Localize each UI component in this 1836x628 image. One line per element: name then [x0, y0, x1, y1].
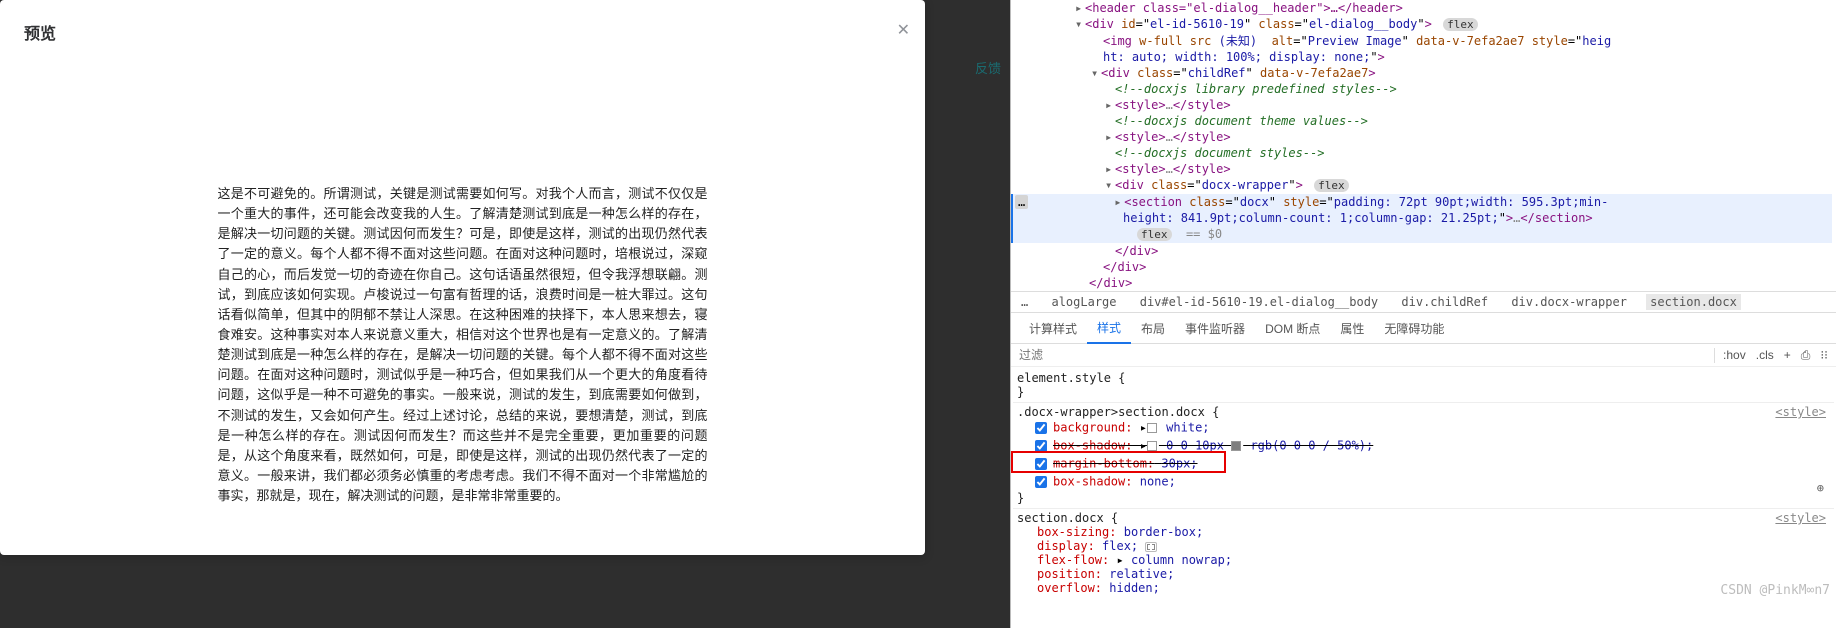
tree-node: ▸<style>…</style> — [1011, 161, 1832, 177]
flex-editor-icon[interactable] — [1145, 542, 1157, 552]
style-source-link[interactable]: <style> — [1775, 511, 1826, 525]
tree-node: ▸<style>…</style> — [1011, 97, 1832, 113]
prop-checkbox[interactable] — [1035, 476, 1047, 488]
devtools-panel: ▸<header class="el-dialog__header">…</he… — [1010, 0, 1836, 628]
tree-node: ▾<div class="childRef" data-v-7efa2ae7> — [1011, 65, 1832, 81]
close-icon[interactable]: ✕ — [897, 20, 910, 40]
tab-props[interactable]: 属性 — [1330, 314, 1374, 343]
tree-node: ▾<div id="el-id-5610-19" class="el-dialo… — [1011, 16, 1832, 33]
tree-node: ▾<div class="docx-wrapper"> flex — [1011, 177, 1832, 194]
tree-node: </div> — [1011, 259, 1832, 275]
styles-pane[interactable]: element.style { } <style> .docx-wrapper>… — [1011, 367, 1836, 602]
tab-compute[interactable]: 计算样式 — [1019, 314, 1087, 343]
tree-node: </div> — [1011, 275, 1832, 291]
add-prop-icon[interactable]: ⊕ — [1817, 481, 1824, 495]
tree-node-selected: flex == $0 — [1011, 226, 1832, 243]
document-body: 这是不可避免的。所谓测试，关键是测试需要如何写。对我个人而言，测试不仅仅是一个重… — [218, 184, 708, 506]
prop-checkbox[interactable] — [1035, 422, 1047, 434]
tree-node: <!--docxjs document theme values--> — [1011, 113, 1832, 129]
more-icon[interactable]: ⁝⁝ — [1820, 348, 1828, 362]
filter-row: :hov .cls + ⎙ ⁝⁝ — [1011, 344, 1836, 367]
tree-node: ht: auto; width: 100%; display: none;"> — [1011, 49, 1832, 65]
tree-node: <!--docxjs document styles--> — [1011, 145, 1832, 161]
tab-styles[interactable]: 样式 — [1087, 313, 1131, 344]
prop-checkbox[interactable] — [1035, 440, 1047, 452]
breadcrumb[interactable]: … alogLarge div#el-id-5610-19.el-dialog_… — [1011, 291, 1836, 313]
tree-node: <!--docxjs library predefined styles--> — [1011, 81, 1832, 97]
prop-checkbox[interactable] — [1035, 458, 1047, 470]
dialog-title: 预览 — [24, 20, 905, 44]
tree-node: </div> — [1011, 243, 1832, 259]
preview-dialog: 预览 ✕ 这是不可避免的。所谓测试，关键是测试需要如何写。对我个人而言，测试不仅… — [0, 0, 925, 555]
csdn-watermark: CSDN @PinkM∞n7 — [1720, 583, 1830, 598]
filter-input[interactable] — [1011, 344, 1714, 366]
tree-node-selected: height: 841.9pt;column-count: 1;column-g… — [1011, 210, 1832, 226]
tab-dom-bp[interactable]: DOM 断点 — [1255, 314, 1330, 343]
styles-tabs[interactable]: 计算样式 样式 布局 事件监听器 DOM 断点 属性 无障碍功能 — [1011, 313, 1836, 344]
tree-node: <img w-full src (未知) alt="Preview Image"… — [1011, 33, 1832, 49]
dom-tree[interactable]: ▸<header class="el-dialog__header">…</he… — [1011, 0, 1836, 291]
tree-node: ▸<header class="el-dialog__header">…</he… — [1011, 0, 1832, 16]
bg-feedback-link[interactable]: 反馈 — [975, 58, 1001, 77]
tree-node: ▸<style>…</style> — [1011, 129, 1832, 145]
new-rule-icon[interactable]: + — [1784, 348, 1791, 362]
cls-toggle[interactable]: .cls — [1756, 348, 1774, 362]
hov-toggle[interactable]: :hov — [1723, 348, 1746, 362]
tree-node-selected: …▸<section class="docx" style="padding: … — [1011, 194, 1832, 210]
tab-listeners[interactable]: 事件监听器 — [1175, 314, 1255, 343]
print-icon[interactable]: ⎙ — [1801, 348, 1811, 363]
tab-layout[interactable]: 布局 — [1131, 314, 1175, 343]
tab-a11y[interactable]: 无障碍功能 — [1374, 314, 1454, 343]
style-source-link[interactable]: <style> — [1775, 405, 1826, 419]
